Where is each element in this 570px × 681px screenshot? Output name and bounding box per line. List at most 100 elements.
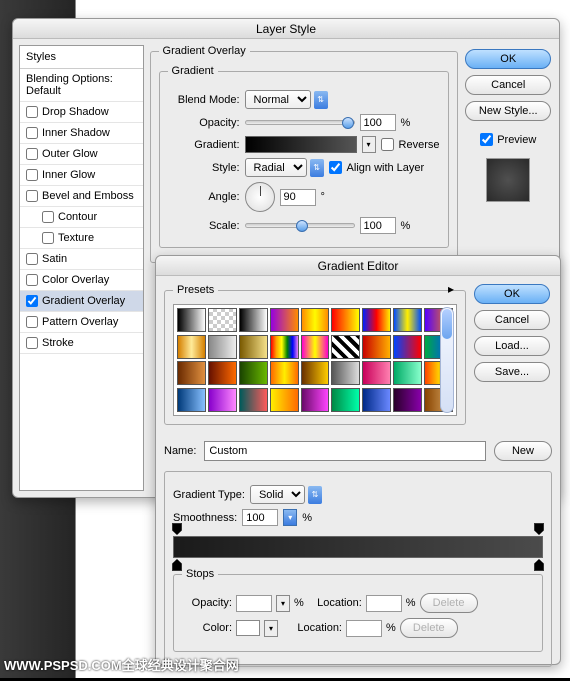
style-row-drop-shadow[interactable]: Drop Shadow [20,102,143,123]
ok-button[interactable]: OK [465,49,551,69]
angle-dial[interactable] [245,182,275,212]
load-button[interactable]: Load... [474,336,550,356]
stop-color-location-input[interactable] [346,620,382,637]
preset-swatch[interactable] [301,335,330,359]
cancel-button[interactable]: Cancel [465,75,551,95]
style-row-bevel-and-emboss[interactable]: Bevel and Emboss [20,186,143,207]
preset-swatch[interactable] [177,308,206,332]
preset-swatch[interactable] [239,361,268,385]
preset-swatch[interactable] [177,388,206,412]
opacity-slider[interactable] [245,120,355,125]
style-row-texture[interactable]: Texture [20,228,143,249]
opacity-stop-left[interactable] [172,523,182,535]
preset-swatch[interactable] [393,361,422,385]
scale-slider[interactable] [245,223,355,228]
reverse-checkbox[interactable] [381,138,394,151]
select-arrows-icon[interactable]: ⇅ [310,159,324,177]
style-checkbox[interactable] [26,295,38,307]
scale-input[interactable] [360,217,396,234]
opacity-input[interactable] [360,114,396,131]
preset-swatch[interactable] [270,388,299,412]
style-row-stroke[interactable]: Stroke [20,333,143,354]
preset-swatch[interactable] [393,388,422,412]
preset-swatch[interactable] [239,308,268,332]
stop-opacity-dropdown-icon[interactable]: ▾ [276,595,290,612]
smoothness-dropdown-icon[interactable]: ▾ [283,509,297,526]
preset-swatch[interactable] [208,335,237,359]
preset-swatch[interactable] [362,335,391,359]
select-arrows-icon[interactable]: ⇅ [314,91,328,109]
preset-swatch[interactable] [393,308,422,332]
style-row-color-overlay[interactable]: Color Overlay [20,270,143,291]
style-row-inner-shadow[interactable]: Inner Shadow [20,123,143,144]
preset-swatch[interactable] [362,361,391,385]
gradient-swatch[interactable] [245,136,357,153]
smoothness-input[interactable] [242,509,278,526]
stop-opacity-location-input[interactable] [366,595,402,612]
stop-color-dropdown-icon[interactable]: ▾ [264,620,278,637]
preset-swatch[interactable] [208,388,237,412]
angle-input[interactable] [280,189,316,206]
style-checkbox[interactable] [26,190,38,202]
style-checkbox[interactable] [26,274,38,286]
new-button[interactable]: New [494,441,552,461]
select-arrows-icon[interactable]: ⇅ [308,486,322,504]
layer-style-titlebar[interactable]: Layer Style [13,19,559,39]
preset-swatch[interactable] [331,308,360,332]
style-select[interactable]: Radial [245,158,307,177]
preset-swatch[interactable] [177,361,206,385]
style-row-gradient-overlay[interactable]: Gradient Overlay [20,291,143,312]
align-checkbox[interactable] [329,161,342,174]
blend-mode-select[interactable]: Normal [245,90,311,109]
preset-swatch[interactable] [301,308,330,332]
gradient-editor-titlebar[interactable]: Gradient Editor [156,256,560,276]
preset-swatch[interactable] [362,388,391,412]
style-checkbox[interactable] [42,211,54,223]
preset-swatch[interactable] [177,335,206,359]
preset-swatch[interactable] [331,388,360,412]
name-input[interactable] [204,441,486,461]
styles-header[interactable]: Styles [20,46,143,69]
preset-swatch[interactable] [270,308,299,332]
save-button[interactable]: Save... [474,362,550,382]
preset-swatch[interactable] [331,335,360,359]
stop-color-well[interactable] [236,620,260,636]
style-row-inner-glow[interactable]: Inner Glow [20,165,143,186]
preview-checkbox[interactable] [480,133,493,146]
preset-swatch[interactable] [270,335,299,359]
style-checkbox[interactable] [42,232,54,244]
style-checkbox[interactable] [26,106,38,118]
blending-options-row[interactable]: Blending Options: Default [20,69,143,102]
style-row-satin[interactable]: Satin [20,249,143,270]
preset-swatch[interactable] [331,361,360,385]
style-checkbox[interactable] [26,253,38,265]
style-checkbox[interactable] [26,316,38,328]
preset-swatch[interactable] [239,335,268,359]
presets-scrollbar[interactable] [440,307,454,413]
style-row-contour[interactable]: Contour [20,207,143,228]
delete-opacity-stop-button[interactable]: Delete [420,593,478,613]
preset-swatch[interactable] [362,308,391,332]
style-row-outer-glow[interactable]: Outer Glow [20,144,143,165]
preset-swatch[interactable] [239,388,268,412]
style-checkbox[interactable] [26,337,38,349]
preset-swatch[interactable] [208,308,237,332]
cancel-button[interactable]: Cancel [474,310,550,330]
presets-menu-icon[interactable]: ▸ [443,282,459,296]
gradient-bar[interactable] [173,536,543,558]
preset-swatch[interactable] [208,361,237,385]
ok-button[interactable]: OK [474,284,550,304]
preset-swatch[interactable] [301,361,330,385]
opacity-stop-right[interactable] [534,523,544,535]
delete-color-stop-button[interactable]: Delete [400,618,458,638]
style-row-pattern-overlay[interactable]: Pattern Overlay [20,312,143,333]
preset-swatch[interactable] [393,335,422,359]
style-checkbox[interactable] [26,127,38,139]
new-style-button[interactable]: New Style... [465,101,551,121]
preset-swatch[interactable] [301,388,330,412]
preset-swatch[interactable] [270,361,299,385]
stop-opacity-input[interactable] [236,595,272,612]
type-select[interactable]: Solid [250,485,305,504]
gradient-dropdown-icon[interactable]: ▾ [362,136,376,153]
style-checkbox[interactable] [26,169,38,181]
